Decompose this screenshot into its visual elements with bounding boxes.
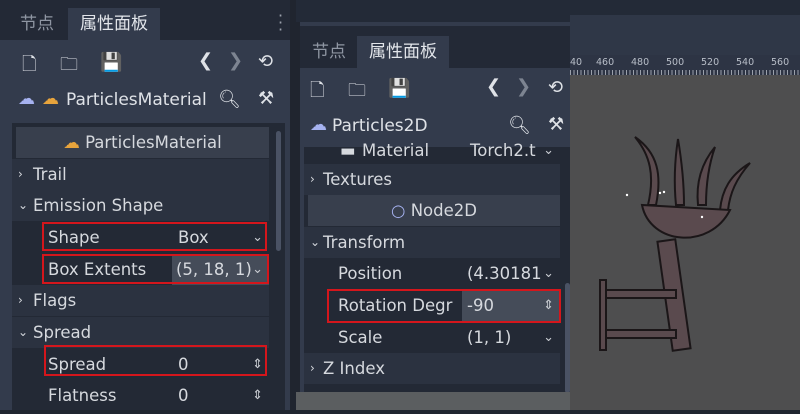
spinner-arrows-icon[interactable]: ⇕ — [252, 380, 263, 410]
menu-dots-icon[interactable]: · · · — [278, 8, 283, 38]
tab-node[interactable]: 节点 — [300, 36, 358, 68]
tools-icon[interactable]: ⚒ — [258, 88, 274, 109]
material-icon: ▬ — [340, 141, 356, 160]
scrollbar[interactable] — [276, 131, 281, 251]
save-icon[interactable]: 💾 — [388, 78, 410, 99]
ruler-tick: 560 — [771, 57, 790, 68]
property-label: Flatness — [48, 386, 117, 405]
ruler-tick: 40 — [570, 57, 583, 68]
group-label: Emission Shape — [33, 196, 164, 215]
property-label: Material — [362, 141, 430, 160]
group-textures[interactable]: › Textures — [304, 164, 560, 195]
chevron-right-icon: › — [18, 167, 23, 181]
group-label: Transform — [323, 233, 406, 252]
group-emission-shape[interactable]: ⌄ Emission Shape — [12, 190, 269, 221]
property-flatness[interactable]: Flatness 0 ⇕ — [12, 380, 269, 410]
history-icon[interactable]: ⟲ — [548, 77, 563, 98]
open-folder-icon[interactable]: 🗀 — [60, 52, 78, 82]
category-node2d: ○ Node2D — [308, 195, 560, 226]
right-tab-bar: 节点 属性面板 — [300, 26, 570, 68]
material-value[interactable]: Torch2.t — [470, 135, 536, 166]
tools-icon[interactable]: ⚒ — [548, 114, 564, 135]
property-label: Scale — [338, 328, 383, 347]
ruler-tick: 520 — [701, 57, 720, 68]
left-tab-bar: 节点 属性面板 · · · — [0, 0, 290, 40]
chevron-right-icon: › — [18, 293, 23, 307]
group-spread[interactable]: ⌄ Spread — [12, 317, 269, 348]
group-flags[interactable]: › Flags — [12, 285, 269, 316]
ruler-tick: 540 — [736, 57, 755, 68]
horizontal-ruler: 40 460 480 500 520 540 560 — [570, 55, 800, 75]
property-position[interactable]: Position (4.30181 ⌄ — [304, 258, 560, 289]
back-arrow-icon[interactable]: ❮ — [198, 50, 213, 71]
ruler-tick: 480 — [631, 57, 650, 68]
group-trail[interactable]: › Trail — [12, 159, 269, 190]
resource-title: ParticlesMaterial — [66, 90, 207, 110]
particles-node-icon: ☁ — [18, 89, 35, 109]
ruler-tick: 500 — [666, 57, 685, 68]
save-icon[interactable]: 💾 — [100, 52, 122, 73]
particles-material-icon: ☁ — [42, 89, 59, 109]
tab-inspector[interactable]: 属性面板 — [357, 36, 449, 68]
canvas-viewport[interactable] — [570, 75, 800, 410]
back-arrow-icon[interactable]: ❮ — [486, 76, 501, 97]
tab-inspector[interactable]: 属性面板 — [68, 8, 160, 40]
right-inspector-panel: 节点 属性面板 🗋 🗀 💾 ❮ ❯ ⟲ ☁ Particles2D 🔍︎ ⚒ ▬… — [300, 22, 570, 392]
flatness-spinbox[interactable]: 0 — [178, 380, 189, 410]
position-value[interactable]: (4.30181 — [467, 258, 542, 289]
property-label: Position — [338, 264, 403, 283]
ruler-tick: 460 — [596, 57, 615, 68]
new-resource-icon[interactable]: 🗋 — [22, 52, 36, 82]
right-property-list: ▬ Material Torch2.t ⌄ › Textures ○ Node2D ⌄ T… — [304, 141, 570, 392]
section-title: ParticlesMaterial — [85, 133, 222, 152]
chevron-down-icon: ⌄ — [310, 235, 321, 249]
chevron-right-icon: › — [310, 361, 315, 375]
property-scale[interactable]: Scale (1, 1) ⌄ — [304, 322, 560, 353]
highlight-box-shape — [42, 222, 267, 251]
bottom-gray-area — [296, 392, 570, 410]
viewport-toolbar — [570, 15, 800, 55]
chevron-down-icon[interactable]: ⌄ — [543, 322, 554, 353]
group-label: Textures — [323, 170, 392, 189]
chevron-right-icon: › — [310, 172, 315, 186]
group-transform[interactable]: ⌄ Transform — [304, 227, 560, 258]
particles2d-icon: ☁ — [310, 115, 327, 135]
chevron-down-icon[interactable]: ⌄ — [543, 135, 554, 166]
forward-arrow-icon[interactable]: ❯ — [516, 76, 531, 97]
group-label: Z Index — [323, 359, 385, 378]
tab-node[interactable]: 节点 — [8, 8, 66, 40]
node2d-icon: ○ — [391, 201, 411, 220]
highlight-box-spread — [44, 345, 267, 376]
particles-material-icon: ☁ — [63, 133, 86, 152]
group-label: Flags — [33, 291, 77, 310]
group-label: Trail — [33, 165, 67, 184]
highlight-box-extents — [42, 254, 269, 284]
new-resource-icon[interactable]: 🗋 — [310, 78, 324, 108]
group-z-index[interactable]: › Z Index — [304, 353, 560, 384]
torch-sprite — [599, 136, 751, 352]
section-header-particles-material: ☁ ParticlesMaterial — [16, 127, 269, 158]
history-icon[interactable]: ⟲ — [258, 51, 273, 72]
search-icon[interactable]: 🔍︎ — [508, 115, 531, 136]
chevron-down-icon: ⌄ — [18, 325, 29, 339]
category-title: Node2D — [410, 201, 477, 220]
property-material[interactable]: ▬ Material Torch2.t ⌄ — [304, 135, 560, 166]
open-folder-icon[interactable]: 🗀 — [348, 78, 366, 108]
chevron-down-icon: ⌄ — [18, 198, 29, 212]
scale-value[interactable]: (1, 1) — [467, 322, 511, 353]
group-label: Spread — [33, 323, 92, 342]
search-icon[interactable]: 🔍︎ — [218, 89, 241, 110]
highlight-rotation — [327, 289, 561, 323]
forward-arrow-icon[interactable]: ❯ — [228, 50, 243, 71]
chevron-down-icon[interactable]: ⌄ — [543, 258, 554, 289]
node-title: Particles2D — [332, 116, 428, 136]
